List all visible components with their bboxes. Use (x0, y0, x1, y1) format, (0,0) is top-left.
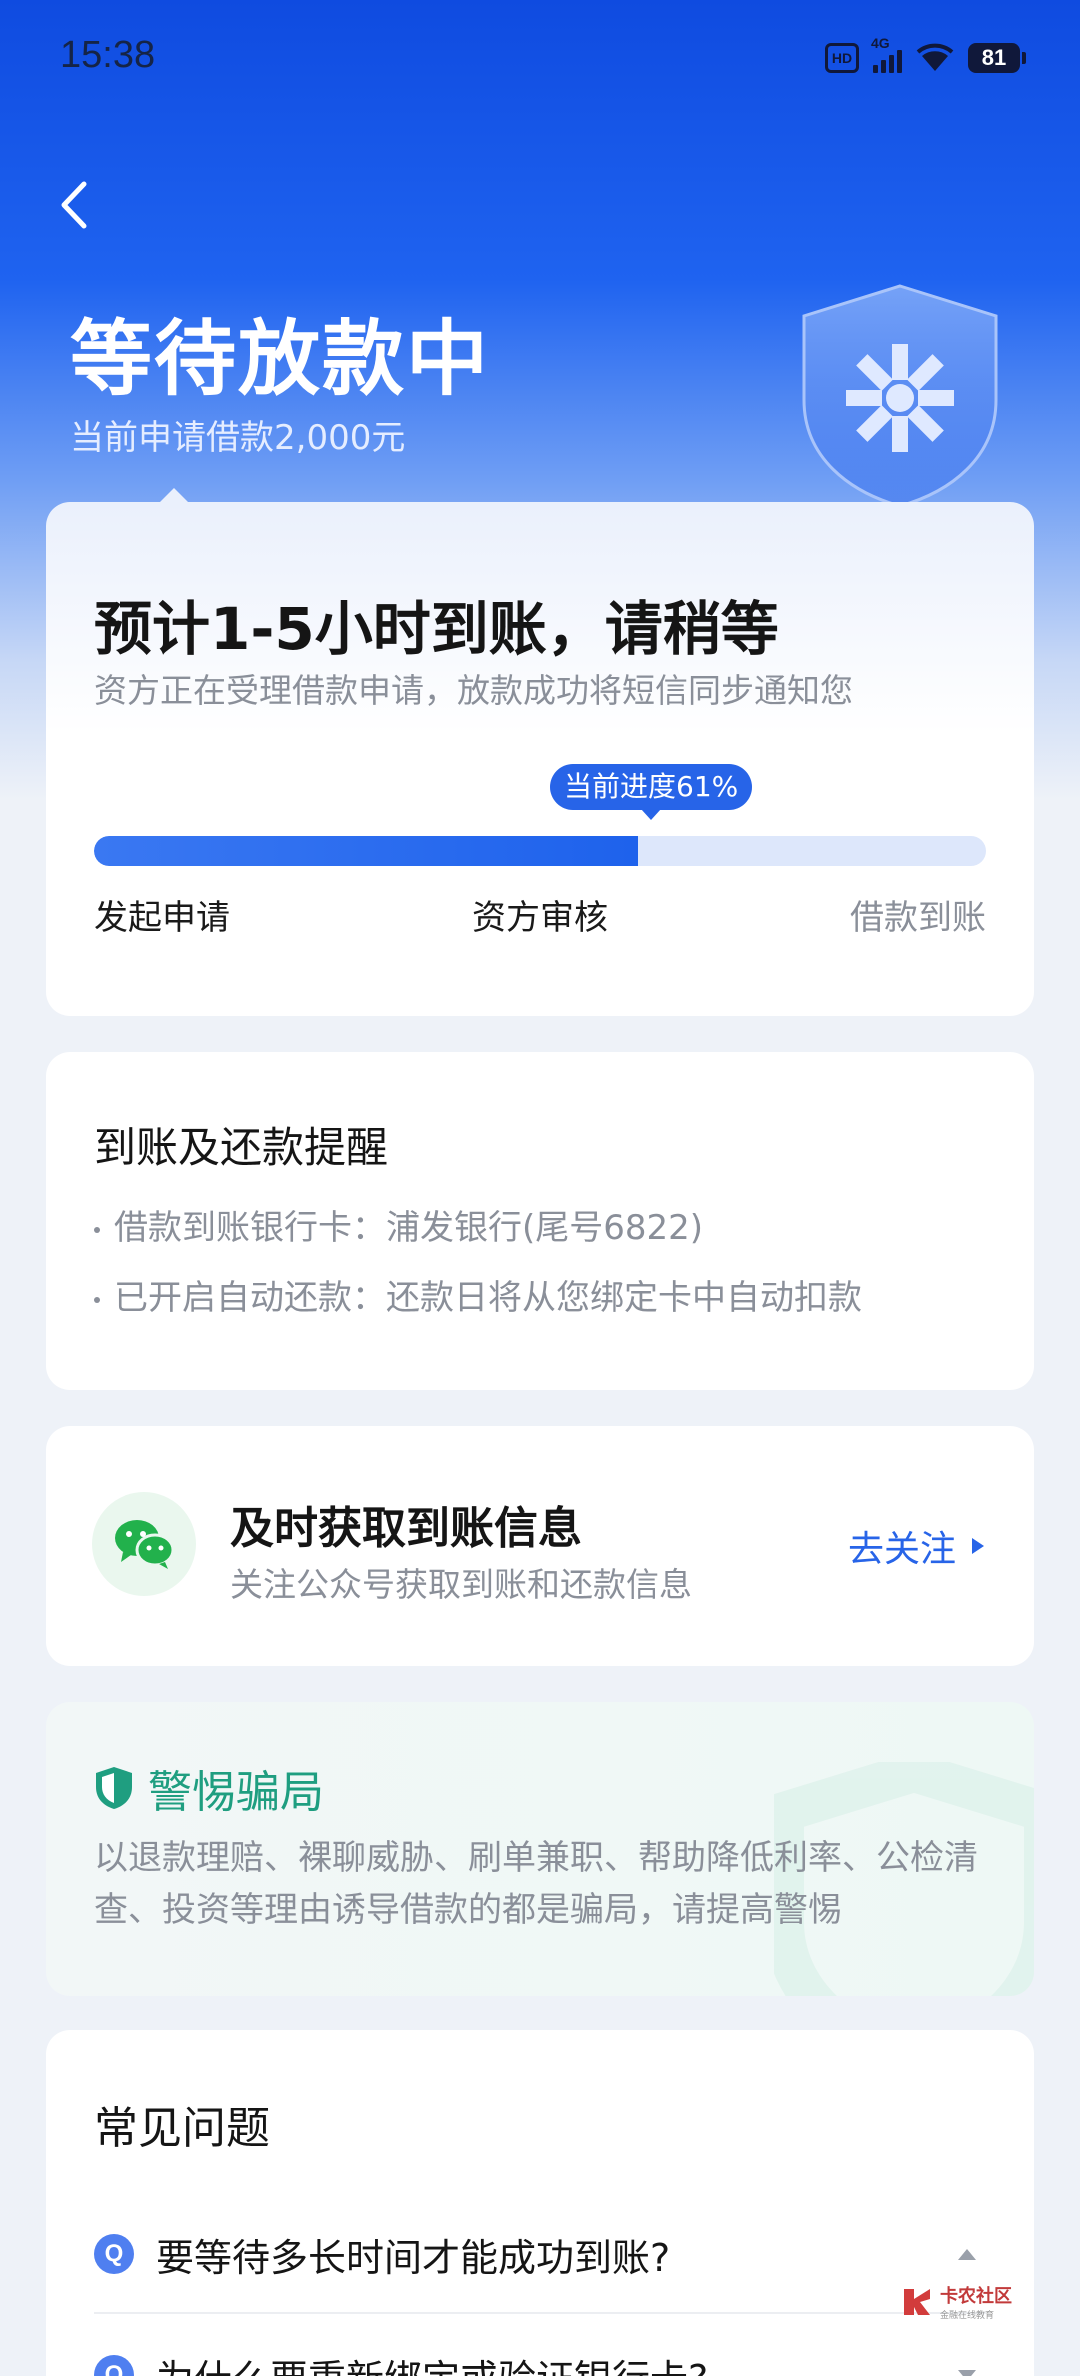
faq-card: 常见问题 Q 要等待多长时间才能成功到账? Q 为什么要重新绑定或验证银行卡? (46, 2030, 1034, 2376)
shield-icon (96, 1767, 132, 1809)
reminder-title: 到账及还款提醒 (94, 1123, 389, 1172)
reminder-autopay-text: 已开启自动还款：还款日将从您绑定卡中自动扣款 (114, 1278, 862, 1318)
step-apply: 发起申请 (94, 898, 230, 938)
watermark-logo-icon (904, 2288, 930, 2315)
faq-item[interactable]: Q 为什么要重新绑定或验证银行卡? (94, 2330, 986, 2376)
step-review: 资方审核 (472, 898, 608, 938)
wechat-icon-container (92, 1492, 196, 1596)
follow-label: 去关注 (847, 1529, 956, 1570)
back-button[interactable] (44, 170, 104, 240)
watermark-sub: 金融在线教育 (940, 2311, 995, 2321)
reminder-card: 到账及还款提醒 借款到账银行卡：浦发银行(尾号6822) 已开启自动还款：还款日… (46, 1052, 1034, 1390)
eta-subtitle: 资方正在受理借款申请，放款成功将短信同步通知您 (94, 671, 853, 710)
reminder-line-autopay: 已开启自动还款：还款日将从您绑定卡中自动扣款 (94, 1270, 862, 1319)
faq-title: 常见问题 (94, 2103, 270, 2154)
q-badge-icon: Q (94, 2234, 134, 2274)
q-badge-icon: Q (94, 2355, 134, 2376)
reminder-line-bank-card: 借款到账银行卡：浦发银行(尾号6822) (94, 1200, 703, 1249)
watermark: 卡农社区 金融在线教育 (900, 2282, 1012, 2321)
page-title: 等待放款中 (70, 312, 491, 407)
step-disbursed: 借款到账 (850, 898, 986, 938)
faq-question: 要等待多长时间才能成功到账? (156, 2235, 671, 2280)
wechat-follow-card[interactable]: 及时获取到账信息 关注公众号获取到账和还款信息 去关注 (46, 1426, 1034, 1666)
progress-card: 预计1-5小时到账，请稍等 资方正在受理借款申请，放款成功将短信同步通知您 当前… (46, 488, 1034, 1016)
progress-tooltip: 当前进度61% (550, 764, 753, 820)
battery-icon: 81 (968, 43, 1026, 73)
watermark-text-group: 卡农社区 金融在线教育 (940, 2282, 1012, 2321)
bullet-icon (94, 1226, 100, 1233)
eta-title: 预计1-5小时到账，请稍等 (94, 595, 779, 663)
progress-fill (94, 836, 639, 866)
caret-down-icon (958, 2369, 976, 2376)
caret-up-icon (958, 2248, 976, 2260)
bullet-icon (94, 1296, 100, 1303)
faq-item[interactable]: Q 要等待多长时间才能成功到账? (94, 2196, 986, 2314)
status-time: 15:38 (60, 34, 156, 76)
warning-text: 以退款理赔、裸聊威胁、刷单兼职、帮助降低利率、公检清查、投资等理由诱导借款的都是… (94, 1838, 978, 1930)
reminder-bank-text: 借款到账银行卡：浦发银行(尾号6822) (114, 1208, 704, 1248)
status-bar: 15:38 HD 4G 81 (0, 0, 1080, 115)
wechat-subtitle: 关注公众号获取到账和还款信息 (230, 1565, 692, 1604)
progress-bar (94, 836, 986, 866)
loan-amount-subtitle: 当前申请借款2,000元 (70, 418, 406, 458)
cellular-signal-icon: 4G (871, 35, 902, 73)
warning-title: 警惕骗局 (148, 1767, 324, 1818)
follow-button[interactable]: 去关注 (848, 1520, 986, 1572)
faq-question: 为什么要重新绑定或验证银行卡? (156, 2348, 958, 2376)
watermark-name: 卡农社区 (940, 2286, 1012, 2307)
wechat-icon (115, 1520, 175, 1569)
hd-icon: HD (825, 43, 859, 73)
status-icons: HD 4G 81 (825, 35, 1026, 78)
network-type-label: 4G (871, 35, 890, 51)
chevron-left-icon (61, 181, 87, 229)
shield-logo-icon (802, 284, 998, 508)
play-arrow-icon (972, 1538, 984, 1554)
wechat-title: 及时获取到账信息 (230, 1503, 582, 1554)
wifi-icon (916, 43, 954, 71)
warning-header: 警惕骗局 (94, 1756, 324, 1820)
fraud-warning-card: 警惕骗局 以退款理赔、裸聊威胁、刷单兼职、帮助降低利率、公检清查、投资等理由诱导… (46, 1702, 1034, 1996)
